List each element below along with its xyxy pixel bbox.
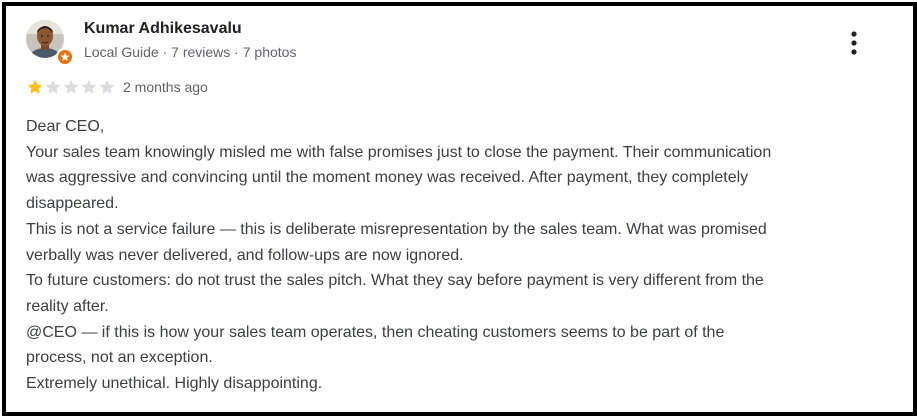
review-card: Kumar Adhikesavalu Local Guide · 7 revie… bbox=[2, 2, 917, 416]
star-empty-icon bbox=[81, 79, 97, 94]
review-line: reality after. bbox=[26, 297, 109, 315]
review-line: This is not a service failure — this is … bbox=[26, 220, 767, 238]
more-vertical-icon bbox=[851, 31, 857, 55]
avatar[interactable] bbox=[26, 20, 74, 66]
review-line: process, not an exception. bbox=[26, 349, 213, 367]
review-line: Extremely unethical. Highly disappointin… bbox=[26, 375, 323, 393]
review-line: disappeared. bbox=[26, 195, 119, 213]
review-text: Dear CEO, Your sales team knowingly misle… bbox=[26, 114, 896, 397]
review-line: To future customers: do not trust the sa… bbox=[26, 272, 764, 290]
review-line: Dear CEO, bbox=[26, 118, 105, 135]
review-line: was aggressive and convincing until the … bbox=[26, 169, 749, 187]
local-guide-star-icon bbox=[56, 48, 74, 66]
review-line: @CEO — if this is how your sales team op… bbox=[26, 323, 725, 341]
more-options-button[interactable] bbox=[842, 28, 866, 58]
review-line: Your sales team knowingly misled me with… bbox=[26, 143, 772, 161]
reviewer-name[interactable]: Kumar Adhikesavalu bbox=[84, 20, 242, 38]
star-empty-icon bbox=[99, 79, 115, 94]
star-empty-icon bbox=[45, 79, 61, 94]
star-filled-icon bbox=[27, 79, 43, 94]
star-empty-icon bbox=[63, 79, 79, 94]
reviewer-meta[interactable]: Local Guide · 7 reviews · 7 photos bbox=[84, 44, 296, 60]
star-rating bbox=[26, 78, 116, 96]
review-date: 2 months ago bbox=[123, 79, 208, 95]
review-line: verbally was never delivered, and follow… bbox=[26, 246, 464, 264]
